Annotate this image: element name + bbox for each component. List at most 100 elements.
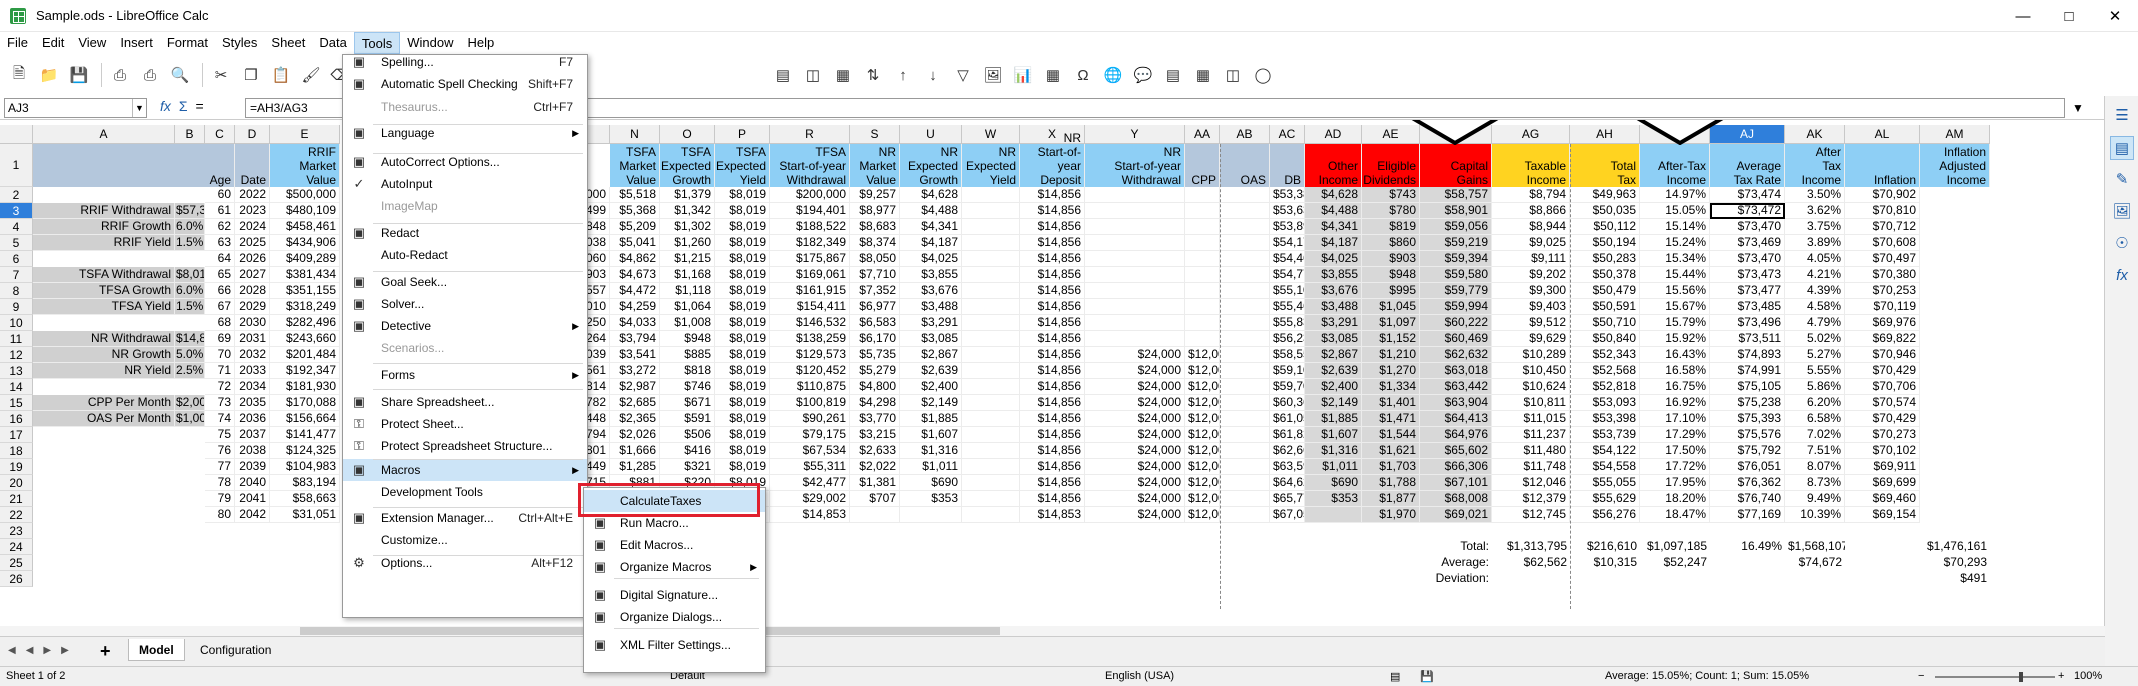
data-cell[interactable]: $9,111 [1492, 251, 1570, 267]
row-header[interactable]: 6 [0, 251, 33, 267]
data-cell[interactable]: $3,676 [900, 283, 962, 299]
row-header[interactable]: 12 [0, 347, 33, 363]
data-cell[interactable]: $1,210 [1362, 347, 1420, 363]
column-header[interactable]: O [660, 125, 715, 144]
data-cell[interactable]: $55,461 [1270, 299, 1305, 315]
data-cell[interactable]: $59,056 [1420, 219, 1492, 235]
data-cell[interactable]: $3,488 [900, 299, 962, 315]
data-cell[interactable]: $60,222 [1420, 315, 1492, 331]
data-cell[interactable]: $2,022 [850, 459, 900, 475]
data-cell[interactable]: $2,633 [850, 443, 900, 459]
data-cell[interactable]: $2,149 [1305, 395, 1362, 411]
data-cell[interactable]: $49,963 [1570, 187, 1640, 203]
totals-cell[interactable]: $491 [1920, 571, 1990, 587]
data-cell[interactable]: 17.72% [1640, 459, 1710, 475]
data-cell[interactable]: $12,000 [1185, 379, 1220, 395]
data-cell[interactable]: $42,477 [770, 475, 850, 491]
cell-age[interactable]: 71 [205, 363, 235, 379]
cell-date[interactable]: 2039 [235, 459, 270, 475]
comment-icon[interactable]: 💬 [1130, 62, 1156, 88]
data-cell[interactable]: 16.43% [1640, 347, 1710, 363]
data-cell[interactable]: $53,093 [1570, 395, 1640, 411]
cell-rrif[interactable]: $141,477 [270, 427, 340, 443]
data-cell[interactable]: $169,061 [770, 267, 850, 283]
data-cell[interactable]: $12,745 [1492, 507, 1570, 523]
data-cell[interactable]: $12,000 [1185, 475, 1220, 491]
data-cell[interactable]: $154,411 [770, 299, 850, 315]
data-cell[interactable]: $146,532 [770, 315, 850, 331]
column-header[interactable]: AA [1185, 125, 1220, 144]
tools-item[interactable]: ⚿ Protect Sheet... [343, 413, 587, 435]
data-cell[interactable]: $70,946 [1845, 347, 1920, 363]
column-header[interactable]: S [850, 125, 900, 144]
data-cell[interactable]: $14,856 [1020, 235, 1085, 251]
data-cell[interactable]: $1,885 [900, 411, 962, 427]
data-cell[interactable]: $59,708 [1270, 379, 1305, 395]
data-cell[interactable]: $1,788 [1362, 475, 1420, 491]
autofilter-icon[interactable]: ▽ [950, 62, 976, 88]
cell-age[interactable]: 66 [205, 283, 235, 299]
data-cell[interactable] [1185, 235, 1220, 251]
data-cell[interactable] [962, 507, 1020, 523]
cell-rrif[interactable]: $201,484 [270, 347, 340, 363]
data-cell[interactable]: $4,298 [850, 395, 900, 411]
data-cell[interactable]: $110,875 [770, 379, 850, 395]
data-cell[interactable]: $61,057 [1270, 411, 1305, 427]
data-cell[interactable]: $55,629 [1570, 491, 1640, 507]
data-cell[interactable]: $5,279 [850, 363, 900, 379]
data-cell[interactable]: $53,739 [1570, 427, 1640, 443]
data-cell[interactable]: $4,628 [1305, 187, 1362, 203]
data-cell[interactable]: 17.50% [1640, 443, 1710, 459]
cell-date[interactable]: 2031 [235, 331, 270, 347]
column-icon[interactable]: ◫ [800, 62, 826, 88]
data-cell[interactable] [1185, 299, 1220, 315]
totals-cell[interactable] [1710, 555, 1785, 571]
row-header[interactable]: 2 [0, 187, 33, 203]
data-cell[interactable]: 15.44% [1640, 267, 1710, 283]
data-cell[interactable]: $2,149 [900, 395, 962, 411]
data-cell[interactable]: $64,413 [1420, 411, 1492, 427]
cell-date[interactable]: 2035 [235, 395, 270, 411]
data-cell[interactable]: $73,469 [1710, 235, 1785, 251]
clone-icon[interactable]: 🖌 [298, 62, 324, 88]
data-cell[interactable] [1220, 491, 1270, 507]
data-cell[interactable]: 5.55% [1785, 363, 1845, 379]
data-cell[interactable]: 6.20% [1785, 395, 1845, 411]
data-cell[interactable]: 3.89% [1785, 235, 1845, 251]
data-cell[interactable]: $54,558 [1570, 459, 1640, 475]
data-cell[interactable]: $53,896 [1270, 219, 1305, 235]
data-cell[interactable]: $1,168 [660, 267, 715, 283]
data-cell[interactable]: $12,000 [1185, 363, 1220, 379]
data-cell[interactable]: $7,352 [850, 283, 900, 299]
data-cell[interactable]: 18.20% [1640, 491, 1710, 507]
data-cell[interactable]: $12,000 [1185, 411, 1220, 427]
split-icon[interactable]: ◫ [1220, 62, 1246, 88]
data-cell[interactable] [1085, 219, 1185, 235]
data-cell[interactable]: $59,219 [1420, 235, 1492, 251]
totals-cell[interactable]: $52,247 [1640, 555, 1710, 571]
cell-rrif[interactable]: $480,109 [270, 203, 340, 219]
data-cell[interactable]: $9,403 [1492, 299, 1570, 315]
data-cell[interactable] [1220, 411, 1270, 427]
data-cell[interactable]: $77,169 [1710, 507, 1785, 523]
data-cell[interactable]: $14,856 [1020, 443, 1085, 459]
data-cell[interactable]: 15.14% [1640, 219, 1710, 235]
data-cell[interactable]: $780 [1362, 203, 1420, 219]
cell-rrif[interactable]: $124,325 [270, 443, 340, 459]
prev-sheet-icon[interactable]: ◀ [26, 645, 34, 656]
data-cell[interactable]: $4,025 [1305, 251, 1362, 267]
data-cell[interactable]: $10,289 [1492, 347, 1570, 363]
data-cell[interactable] [850, 507, 900, 523]
data-cell[interactable]: $1,045 [1362, 299, 1420, 315]
column-header[interactable]: AM [1920, 125, 1990, 144]
cell-date[interactable]: 2033 [235, 363, 270, 379]
data-cell[interactable]: $8,019 [715, 267, 770, 283]
cell-date[interactable]: 2032 [235, 347, 270, 363]
data-cell[interactable]: $1,703 [1362, 459, 1420, 475]
image-icon[interactable]: 🖼 [980, 62, 1006, 88]
data-cell[interactable] [1085, 283, 1185, 299]
data-cell[interactable] [1220, 443, 1270, 459]
cell-date[interactable]: 2023 [235, 203, 270, 219]
cell-rrif[interactable]: $83,194 [270, 475, 340, 491]
data-cell[interactable]: $56,232 [1270, 331, 1305, 347]
